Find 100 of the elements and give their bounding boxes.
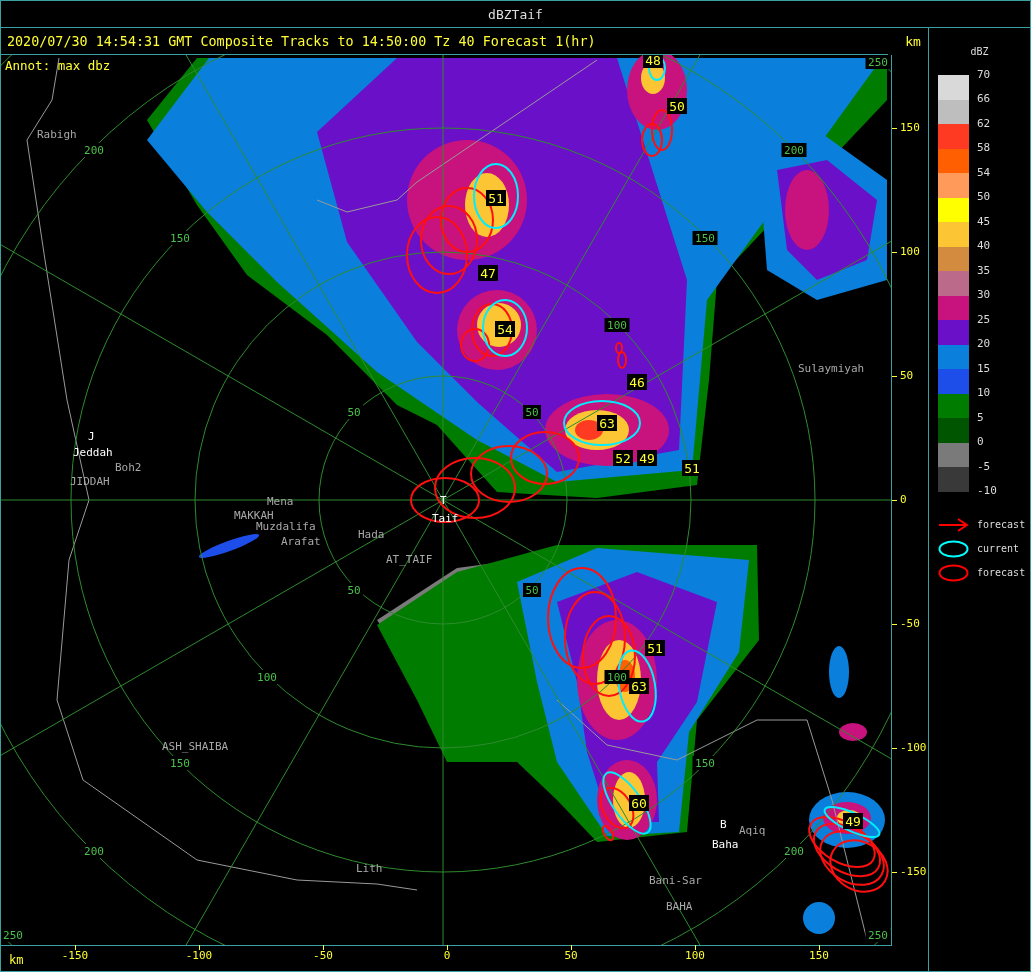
cell-value-label: 54 [495,321,515,337]
radar-echo-area [829,646,849,698]
forecast-storm-outline [420,205,478,275]
axis-tick-label: -50 [900,618,920,630]
cell-value-label: 51 [645,640,665,656]
axis-tick-label: -150 [900,866,927,878]
range-ring-label: 50 [345,405,363,419]
forecast-storm-outline [510,431,580,485]
place-label: Bani-Sar [649,874,702,887]
cell-value-label: 46 [627,374,647,390]
scale-label: 25 [977,311,992,328]
legend-title: dBZ [969,46,990,57]
plot-title: 2020/07/30 14:54:31 GMT Composite Tracks to 14:50:00 Tz 40 Forecast 1(hr) [7,33,596,49]
cell-value-label: 49 [637,450,657,466]
current-storm-outline [823,805,881,839]
radar-echo-area [198,534,260,558]
range-ring-label: 250 [865,928,891,942]
scale-label: 15 [977,360,992,377]
place-label: Hada [358,528,385,541]
place-label: J [88,430,95,443]
place-label: Lith [356,862,383,875]
range-ring-label: 50 [523,405,541,419]
place-label: Boh2 [115,461,142,474]
axis-tick-label: 50 [900,370,914,382]
scale-label: 40 [977,238,992,255]
range-ring-label: 100 [604,670,630,684]
window-title: dBZTaif [488,6,543,22]
axis-tick-label: 100 [900,246,920,258]
scale-label: 62 [977,115,992,132]
range-ring-label: 50 [523,583,541,597]
axis-tick-label: -50 [312,949,334,962]
scale-label: 0 [977,434,985,451]
axis-tick-label: 150 [900,122,920,134]
forecast-storm-outline [410,477,480,523]
place-label: Aqiq [739,824,766,837]
range-ring-label: 100 [604,318,630,332]
current-storm-outline [602,771,652,835]
cell-value-label: 47 [478,265,498,281]
cell-value-label: 51 [486,190,506,206]
place-label: Baha [712,838,739,851]
unit-label: km [905,34,921,49]
legend-label: forecast [977,567,1026,579]
axis-tick-label: -100 [184,949,214,962]
scale-label: 70 [977,66,992,83]
axis-tick-label: 100 [684,949,706,962]
cell-value-label: 60 [629,795,649,811]
range-ring-label: 250 [865,55,891,69]
current-storm-outline [482,299,528,357]
cell-value-label: 48 [643,55,663,68]
range-ring-label: 50 [345,583,363,597]
axis-tick-label: -100 [900,742,927,754]
radar-echo-area [803,902,835,934]
cell-value-label: 50 [667,98,687,114]
forecast-storm-outline [808,816,876,868]
scale-label: 5 [977,409,985,426]
cell-value-label: 52 [613,450,633,466]
range-ring-label: 200 [781,143,807,157]
forecast-storm-outline [819,830,885,886]
cell-value-label: 63 [597,415,617,431]
scale-label: 66 [977,91,992,108]
place-label: Mena [267,495,294,508]
legend-label: current [977,543,1020,555]
place-label: Jeddah [73,446,113,459]
scale-label: 54 [977,164,992,181]
axis-tick-label: -150 [60,949,90,962]
place-label: Arafat [281,535,321,548]
axis-tick-label: 0 [442,949,452,962]
radar-echo-area [839,723,867,741]
place-label: Muzdalifa [256,520,316,533]
place-label: T [440,494,447,507]
axis-tick-label: 150 [808,949,830,962]
scale-label: 20 [977,336,992,353]
axis-unit-label: km [9,953,24,967]
cell-value-label: 49 [843,813,863,829]
legend-label: forecast [977,519,1026,531]
place-label: B [720,818,727,831]
scale-label: 50 [977,189,992,206]
forecast-storm-outline [651,109,673,151]
place-label: ASH_SHAIBA [162,740,229,753]
annotation-label: Annot: max dbz [5,58,111,73]
place-label: BAHA [666,900,693,913]
axis-tick-label: 50 [563,949,579,962]
place-label: Rabigh [37,128,77,141]
current-storm-outline [473,163,519,229]
range-ring-label: 150 [692,231,718,245]
scale-label: 45 [977,213,992,230]
cell-value-label: 51 [682,460,702,476]
forecast-storm-outline [829,839,889,893]
place-label: MAKKAH [234,509,274,522]
scale-label: 10 [977,385,992,402]
scale-label: 30 [977,287,992,304]
scale-label: -5 [977,458,992,475]
place-label: Sulaymiyah [798,362,865,375]
scale-label: 35 [977,262,992,279]
cell-value-label: 63 [629,678,649,694]
place-label: AT_TAIF [386,553,433,566]
forecast-storm-outline [641,123,663,157]
scale-label: 58 [977,140,992,157]
axis-tick-label: 0 [900,494,907,506]
scale-label: -10 [977,483,997,500]
